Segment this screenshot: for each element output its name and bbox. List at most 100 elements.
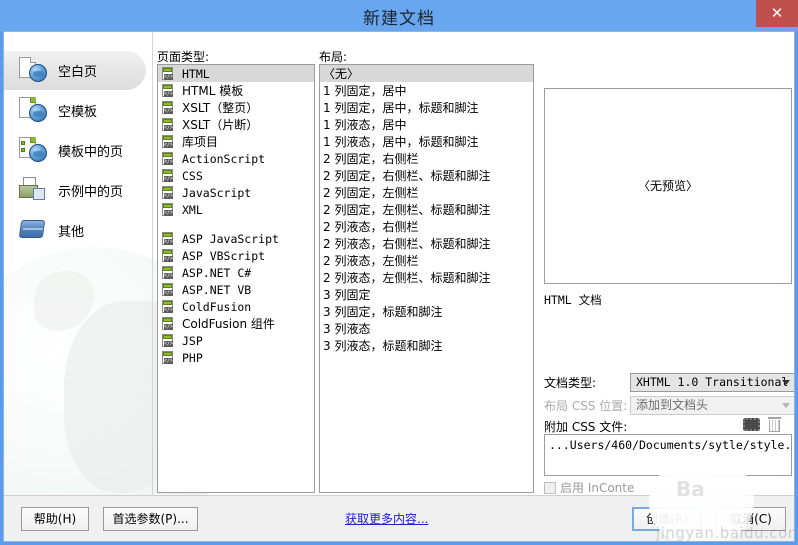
- sidebar-item-other[interactable]: 其他: [4, 210, 152, 250]
- sidebar-item-page-from-sample[interactable]: 示例中的页: [4, 170, 152, 210]
- page-type-item[interactable]: </> HTML 模板: [158, 82, 314, 99]
- file-icon: </>: [161, 117, 176, 132]
- layout-item[interactable]: 1 列液态，居中，标题和脚注: [320, 133, 533, 150]
- page-type-item[interactable]: </> HTML: [158, 65, 314, 82]
- layout-item[interactable]: 2 列固定，左侧栏、标题和脚注: [320, 201, 533, 218]
- layout-item-label: 1 列固定，居中，标题和脚注: [323, 101, 479, 115]
- get-more-content-link[interactable]: 获取更多内容...: [345, 510, 428, 527]
- page-type-item-label: HTML: [182, 66, 210, 81]
- layout-item[interactable]: 3 列液态: [320, 320, 533, 337]
- page-type-item[interactable]: </> ASP VBScript: [158, 247, 314, 264]
- css-file-list[interactable]: ...Users/460/Documents/sytle/style.css: [544, 434, 792, 476]
- sidebar-item-label: 其他: [58, 224, 85, 240]
- layout-item[interactable]: 2 列固定，左侧栏: [320, 184, 533, 201]
- layout-item[interactable]: 2 列固定，右侧栏、标题和脚注: [320, 167, 533, 184]
- dialog-body: 空白页 空模板 模板中的页 示例中的页 其他 页面类型: </> HTML </…: [3, 31, 795, 542]
- layout-item-label: 2 列液态，左侧栏、标题和脚注: [323, 271, 491, 285]
- page-type-item-label: ColdFusion: [182, 299, 252, 314]
- sidebar-item-label: 空模板: [58, 104, 98, 120]
- blank-template-icon: [18, 96, 48, 124]
- page-type-item-label: ASP JavaScript: [182, 231, 279, 246]
- sidebar-item-blank-template[interactable]: 空模板: [4, 90, 152, 130]
- page-type-item[interactable]: </> ColdFusion: [158, 298, 314, 315]
- page-type-item-label: PHP: [182, 350, 203, 365]
- create-button[interactable]: 创建(R): [632, 507, 702, 531]
- incontext-editing-row[interactable]: 启用 InConte: [544, 479, 634, 496]
- file-icon: </>: [161, 265, 176, 280]
- page-type-item[interactable]: </> ColdFusion 组件: [158, 315, 314, 332]
- file-icon: </>: [161, 100, 176, 115]
- page-type-item[interactable]: </> CSS: [158, 167, 314, 184]
- preview-placeholder: 〈无预览〉: [637, 179, 698, 193]
- doctype-select[interactable]: XHTML 1.0 Transitional: [630, 373, 794, 392]
- page-type-item[interactable]: </> PHP: [158, 349, 314, 366]
- page-type-item-label: ASP VBScript: [182, 248, 266, 263]
- browse-css-icon[interactable]: [743, 418, 760, 431]
- css-position-value: 添加到文档头: [636, 398, 709, 412]
- sidebar-item-label: 空白页: [58, 64, 98, 80]
- layout-item[interactable]: 2 列固定，右侧栏: [320, 150, 533, 167]
- page-type-item[interactable]: </> XML: [158, 201, 314, 218]
- layout-item-label: 3 列固定: [323, 288, 371, 302]
- file-icon: </>: [161, 134, 176, 149]
- page-type-item[interactable]: </> 库项目: [158, 133, 314, 150]
- css-position-row: 布局 CSS 位置: 添加到文档头: [544, 396, 794, 415]
- file-icon: </>: [161, 202, 176, 217]
- doctype-row: 文档类型: XHTML 1.0 Transitional: [544, 373, 794, 392]
- layout-item[interactable]: 2 列液态，左侧栏、标题和脚注: [320, 269, 533, 286]
- css-position-select[interactable]: 添加到文档头: [630, 396, 794, 415]
- file-icon: </>: [161, 231, 176, 246]
- layout-list[interactable]: 〈无〉 1 列固定，居中 1 列固定，居中，标题和脚注 1 列液态，居中 1 列液态，居…: [319, 64, 534, 493]
- file-icon: </>: [161, 168, 176, 183]
- layout-item-label: 2 列固定，右侧栏、标题和脚注: [323, 169, 491, 183]
- page-from-sample-icon: [18, 176, 48, 204]
- sidebar-item-label: 模板中的页: [58, 144, 124, 160]
- help-button[interactable]: 帮助(H): [21, 507, 89, 531]
- layout-item[interactable]: 3 列固定，标题和脚注: [320, 303, 533, 320]
- sidebar-item-page-from-template[interactable]: 模板中的页: [4, 130, 152, 170]
- layout-item[interactable]: 2 列液态，左侧栏: [320, 252, 533, 269]
- page-type-item-label: HTML 模板: [182, 84, 244, 98]
- layout-item[interactable]: 〈无〉: [320, 65, 533, 82]
- doctype-value: XHTML 1.0 Transitional: [636, 375, 789, 389]
- preferences-button[interactable]: 首选参数(P)...: [103, 507, 198, 531]
- page-type-item-label: XSLT（整页）: [182, 101, 259, 115]
- file-icon: </>: [161, 83, 176, 98]
- page-type-list[interactable]: </> HTML </> HTML 模板 </> XSLT（整页） </> XSLT（片断） <…: [157, 64, 315, 493]
- page-type-item[interactable]: </> XSLT（整页）: [158, 99, 314, 116]
- trash-icon[interactable]: [768, 417, 781, 432]
- layout-item-label: 2 列液态，右侧栏: [323, 220, 419, 234]
- page-type-label: 页面类型:: [157, 50, 210, 64]
- layout-item[interactable]: 3 列液态，标题和脚注: [320, 337, 533, 354]
- attach-css-label: 附加 CSS 文件:: [544, 420, 628, 434]
- page-type-item[interactable]: </> ActionScript: [158, 150, 314, 167]
- page-type-item-label: ASP.NET VB: [182, 282, 252, 297]
- page-type-item[interactable]: </> JavaScript: [158, 184, 314, 201]
- layout-item[interactable]: 2 列液态，右侧栏、标题和脚注: [320, 235, 533, 252]
- cancel-button[interactable]: 取消(C): [716, 507, 786, 531]
- layout-item[interactable]: 1 列固定，居中: [320, 82, 533, 99]
- blank-page-icon: [18, 56, 48, 84]
- incontext-checkbox[interactable]: [544, 481, 556, 494]
- layout-item-label: 1 列液态，居中: [323, 118, 407, 132]
- preview-box: 〈无预览〉: [544, 88, 792, 284]
- page-type-item[interactable]: </> ASP.NET C#: [158, 264, 314, 281]
- layout-item-label: 3 列液态，标题和脚注: [323, 339, 443, 353]
- layout-item[interactable]: 3 列固定: [320, 286, 533, 303]
- layout-item[interactable]: 2 列液态，右侧栏: [320, 218, 533, 235]
- layout-item[interactable]: 1 列固定，居中，标题和脚注: [320, 99, 533, 116]
- sidebar-item-label: 示例中的页: [58, 184, 124, 200]
- page-type-item[interactable]: </> ASP.NET VB: [158, 281, 314, 298]
- layout-item-label: 1 列固定，居中: [323, 84, 407, 98]
- page-type-item[interactable]: </> JSP: [158, 332, 314, 349]
- sidebar-item-blank-page[interactable]: 空白页: [4, 50, 146, 90]
- chevron-down-icon: [782, 380, 790, 385]
- layout-item-label: 3 列固定，标题和脚注: [323, 305, 443, 319]
- page-type-item[interactable]: </> ASP JavaScript: [158, 230, 314, 247]
- close-icon[interactable]: ✕: [756, 0, 798, 27]
- layout-item[interactable]: 1 列液态，居中: [320, 116, 533, 133]
- layout-item-label: 〈无〉: [323, 67, 360, 81]
- file-icon: </>: [161, 299, 176, 314]
- file-icon: </>: [161, 316, 176, 331]
- page-type-item[interactable]: </> XSLT（片断）: [158, 116, 314, 133]
